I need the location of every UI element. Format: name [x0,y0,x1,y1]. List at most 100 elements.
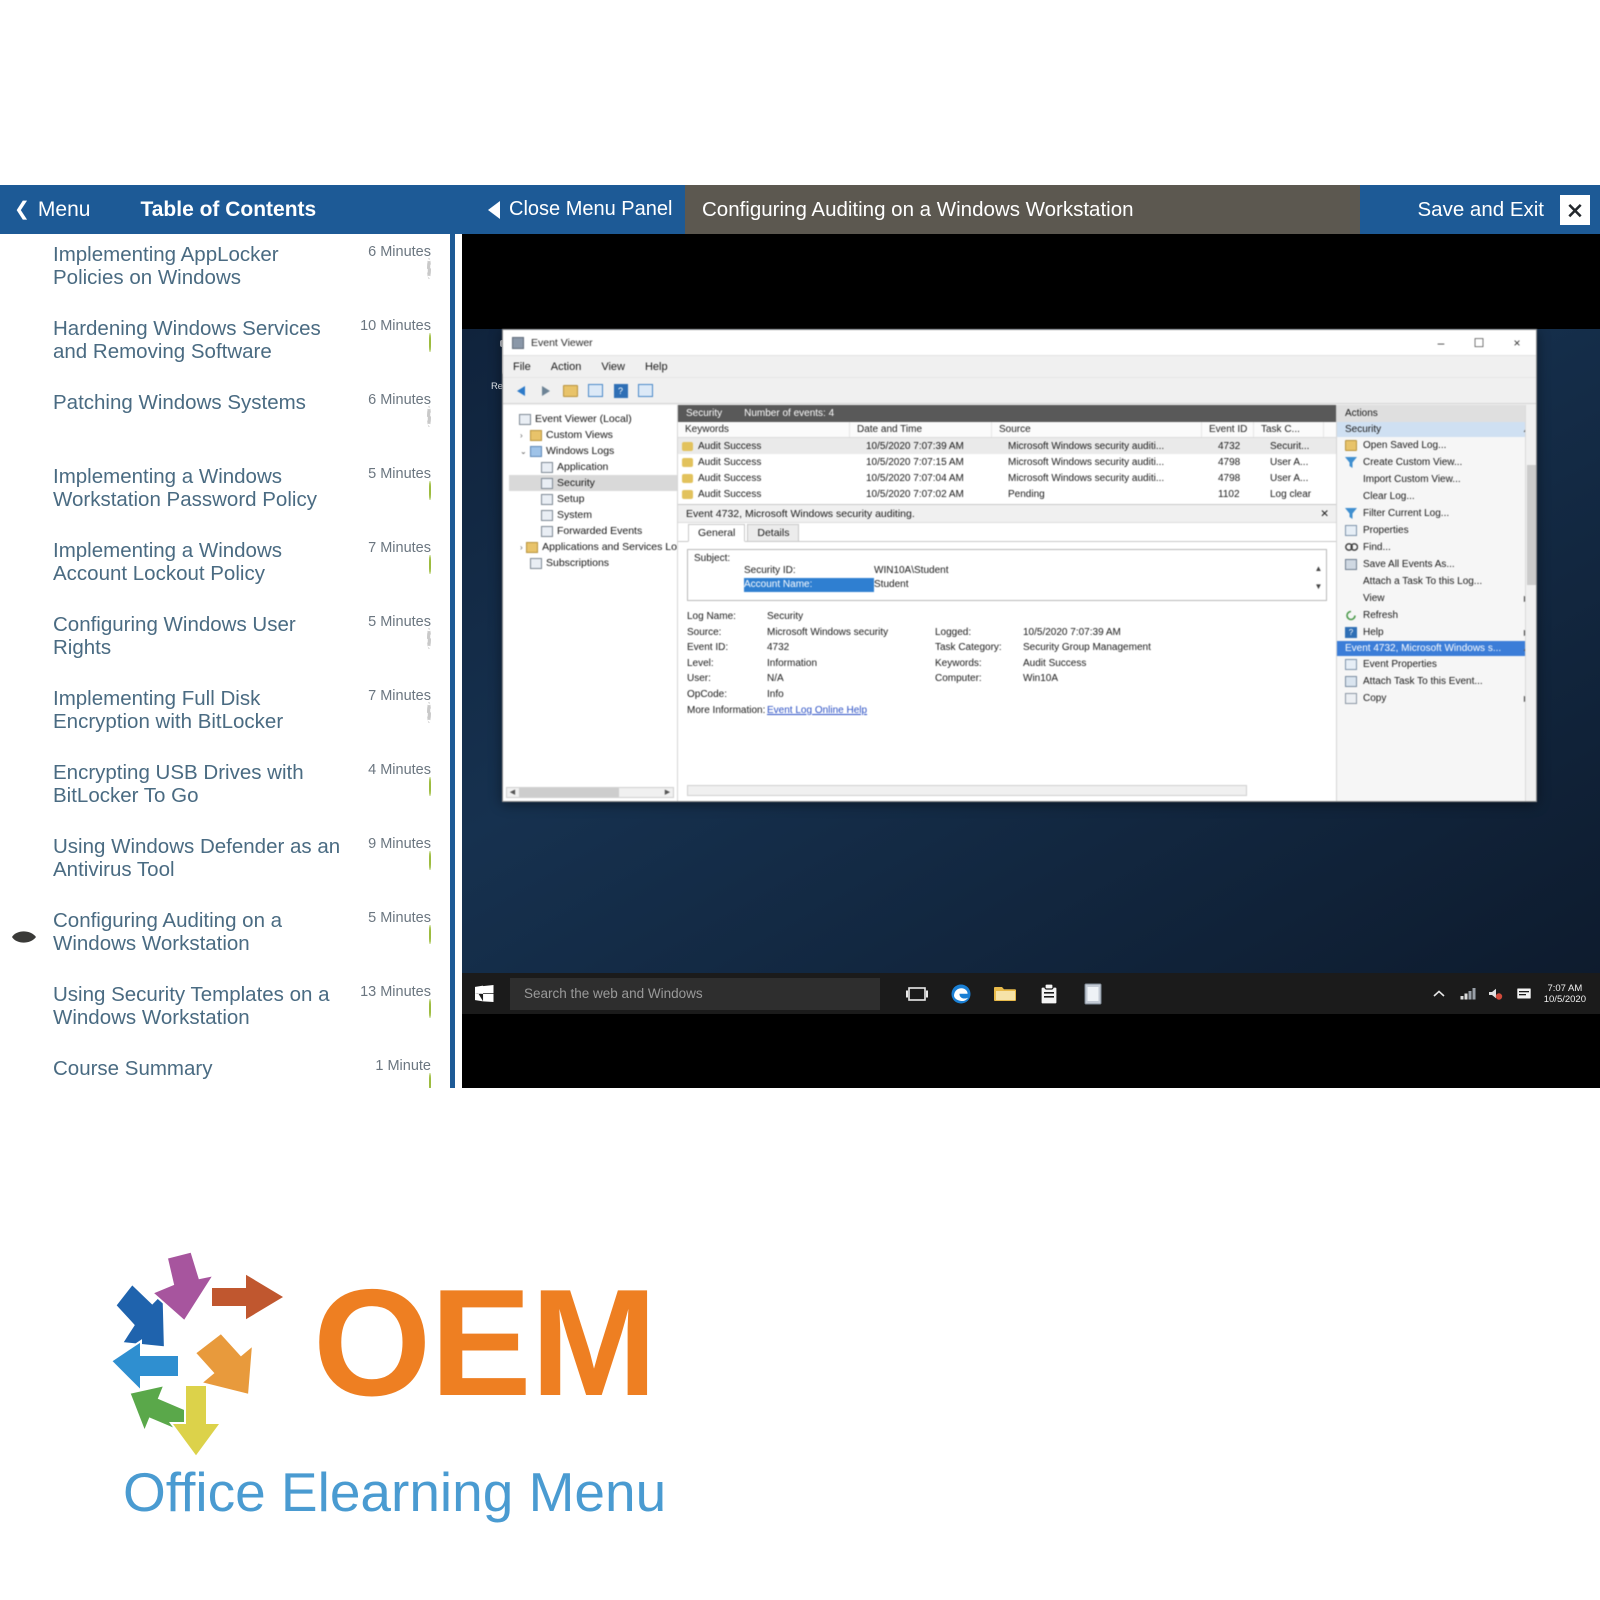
toc-item-6[interactable]: Implementing Full Disk Encryption with B… [0,678,455,752]
column-header-1[interactable]: Date and Time [850,422,992,437]
actions-section-event[interactable]: Event 4732, Microsoft Windows s... ▲ [1337,641,1536,656]
search-input[interactable]: Search the web and Windows [510,977,880,1010]
event-viewer-window[interactable]: Event Viewer – ☐ × File Action View Help ? [502,329,1537,802]
event-action-item-1[interactable]: Attach Task To this Event... [1337,673,1536,690]
task-view-icon[interactable] [904,981,930,1007]
event-detail-scrollbar[interactable] [687,785,1247,796]
tree-node-2[interactable]: ⌄ Windows Logs [509,443,677,459]
subject-scroll-up-icon[interactable]: ▲ [1313,564,1324,575]
actions-section-security[interactable]: Security ▲ [1337,422,1536,437]
column-header-4[interactable]: Task C... [1254,422,1324,437]
toc-item-3[interactable]: Implementing a Windows Workstation Passw… [0,456,455,530]
action-item-9[interactable]: View▶ [1337,590,1536,607]
tree-expander[interactable]: ⌄ [520,447,530,456]
scroll-left-icon[interactable]: ◀ [507,788,518,797]
back-arrow-icon[interactable] [511,381,530,400]
detail-tab-general[interactable]: General [688,524,746,542]
tree-node-1[interactable]: › Custom Views [509,427,677,443]
tree-node-3[interactable]: Application [509,459,677,475]
toc-item-5[interactable]: Configuring Windows User Rights 5 Minutes [0,604,455,678]
close-x-icon[interactable] [1560,194,1590,225]
maximize-button[interactable]: ☐ [1460,330,1498,356]
scroll-right-icon[interactable]: ▶ [662,788,673,797]
toc-item-11[interactable]: Course Summary 1 Minute [0,1048,455,1088]
toc-item-8[interactable]: Using Windows Defender as an Antivirus T… [0,826,455,900]
event-viewer-titlebar[interactable]: Event Viewer – ☐ × [503,330,1536,356]
minimize-button[interactable]: – [1422,330,1460,356]
help-icon[interactable]: ? [611,381,630,400]
toc-item-4[interactable]: Implementing a Windows Account Lockout P… [0,530,455,604]
action-item-5[interactable]: Properties [1337,522,1536,539]
event-viewer-tree[interactable]: ◀ ▶ Event Viewer (Local) › Custom Views ⌄ Wi… [503,405,678,801]
event-viewer-toolbar[interactable]: ? [503,378,1536,404]
event-row-0[interactable]: Audit Success 10/5/2020 7:07:39 AM Microso… [678,438,1336,454]
toc-item-10[interactable]: Using Security Templates on a Windows Wo… [0,974,455,1048]
tree-node-8[interactable]: › Applications and Services Lo [509,539,677,555]
up-folder-icon[interactable] [561,381,580,400]
event-detail-close-icon[interactable]: ✕ [1312,508,1329,520]
action-item-3[interactable]: Clear Log... [1337,488,1536,505]
volume-icon[interactable] [1488,987,1504,1001]
event-action-item-2[interactable]: Copy▶ [1337,690,1536,707]
detail-tab-details[interactable]: Details [747,524,800,541]
tree-node-6[interactable]: System [509,507,677,523]
event-row-2[interactable]: Audit Success 10/5/2020 7:07:04 AM Microso… [678,470,1336,486]
toc-item-1[interactable]: Hardening Windows Services and Removing … [0,308,455,382]
close-menu-panel-button[interactable]: Close Menu Panel [488,198,672,221]
action-item-2[interactable]: Import Custom View... [1337,471,1536,488]
column-header-0[interactable]: Keywords [678,422,850,437]
windows-start-icon[interactable] [462,973,506,1014]
event-list-rows[interactable]: Audit Success 10/5/2020 7:07:39 AM Microso… [678,438,1336,502]
toc-item-9[interactable]: Configuring Auditing on a Windows Workst… [0,900,455,974]
network-icon[interactable] [1460,987,1476,1001]
windows-taskbar[interactable]: Search the web and Windows 7:07 AM 10/5/… [462,973,1600,1014]
event-row-3[interactable]: Audit Success 10/5/2020 7:07:02 AM Pending… [678,486,1336,502]
actions-scrollbar[interactable] [1525,405,1536,801]
action-item-11[interactable]: ?Help▶ [1337,624,1536,641]
properties-icon[interactable] [636,381,655,400]
tree-node-7[interactable]: Forwarded Events [509,523,677,539]
event-viewer-actions-pane[interactable]: Actions Security ▲ Open Saved Log... Crea… [1336,405,1536,801]
action-item-0[interactable]: Open Saved Log... [1337,437,1536,454]
taskbar-clock[interactable]: 7:07 AM 10/5/2020 [1544,983,1586,1005]
tree-node-9[interactable]: Subscriptions [509,555,677,571]
tree-node-0[interactable]: Event Viewer (Local) [509,411,677,427]
menu-button[interactable]: ❮ Menu [14,198,90,222]
close-button[interactable]: × [1498,330,1536,356]
forward-arrow-icon[interactable] [536,381,555,400]
action-item-4[interactable]: Filter Current Log... [1337,505,1536,522]
event-viewer-menubar[interactable]: File Action View Help [503,356,1536,378]
table-of-contents-list[interactable]: Implementing AppLocker Policies on Windo… [0,234,455,1088]
action-item-10[interactable]: Refresh [1337,607,1536,624]
event-action-item-0[interactable]: Event Properties [1337,656,1536,673]
toc-item-2[interactable]: Patching Windows Systems 6 Minutes [0,382,455,456]
event-log-online-help-link[interactable]: Event Log Online Help [767,703,867,719]
toc-item-0[interactable]: Implementing AppLocker Policies on Windo… [0,234,455,308]
edge-browser-icon[interactable] [948,981,974,1007]
menu-action[interactable]: Action [551,361,582,373]
event-detail-tabs[interactable]: General Details [678,523,1336,542]
event-list-column-headers[interactable]: Keywords Date and Time Source Event ID Task … [678,422,1336,438]
store-icon[interactable] [1036,981,1062,1007]
action-item-7[interactable]: Save All Events As... [1337,556,1536,573]
toc-item-7[interactable]: Encrypting USB Drives with BitLocker To … [0,752,455,826]
tree-horizontal-scrollbar[interactable]: ◀ ▶ [506,787,674,798]
save-and-exit-button[interactable]: Save and Exit [1418,198,1545,222]
action-center-icon[interactable] [1516,987,1532,1001]
file-explorer-icon[interactable] [992,981,1018,1007]
subject-scroll-down-icon[interactable]: ▼ [1313,582,1324,593]
menu-view[interactable]: View [601,361,625,373]
action-item-6[interactable]: Find... [1337,539,1536,556]
action-item-8[interactable]: Attach a Task To this Log... [1337,573,1536,590]
show-hide-pane-icon[interactable] [586,381,605,400]
tree-node-4[interactable]: Security [509,475,677,491]
menu-help[interactable]: Help [645,361,668,373]
show-hidden-icons-icon[interactable] [1432,987,1448,1001]
column-header-2[interactable]: Source [992,422,1202,437]
event-row-1[interactable]: Audit Success 10/5/2020 7:07:15 AM Microso… [678,454,1336,470]
menu-file[interactable]: File [513,361,531,373]
tree-node-5[interactable]: Setup [509,491,677,507]
action-item-1[interactable]: Create Custom View... [1337,454,1536,471]
column-header-3[interactable]: Event ID [1202,422,1254,437]
event-viewer-icon[interactable] [1080,981,1106,1007]
